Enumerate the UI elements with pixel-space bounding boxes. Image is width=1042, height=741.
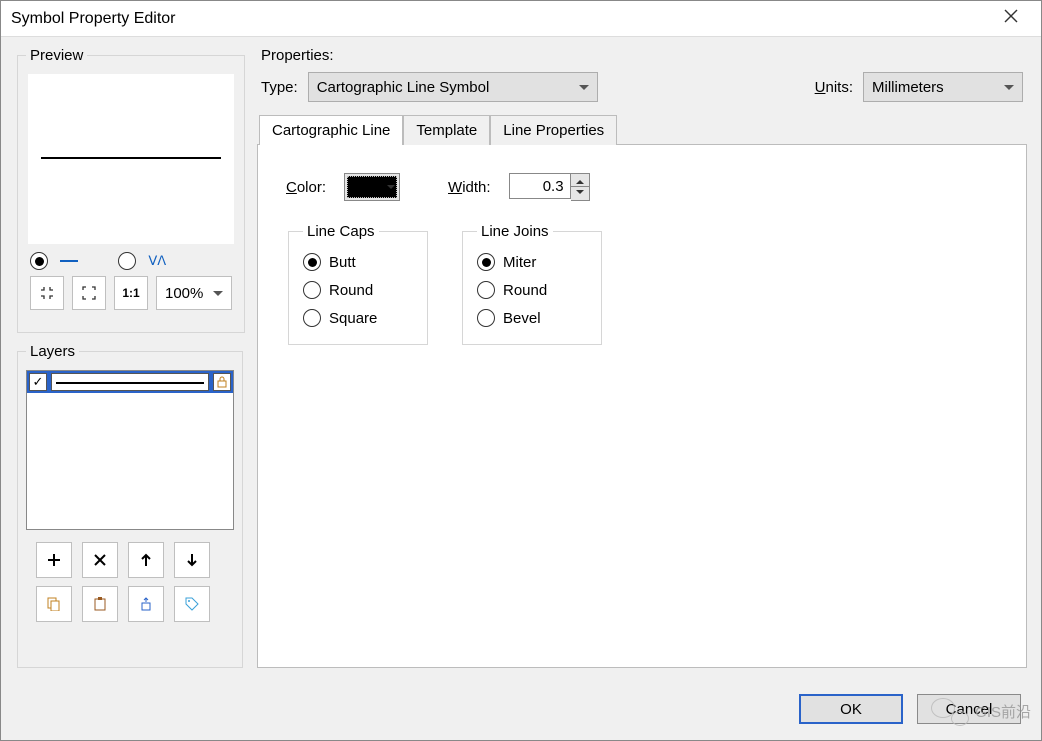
type-value: Cartographic Line Symbol: [317, 79, 490, 96]
color-swatch-inner: [347, 176, 397, 198]
close-button[interactable]: [991, 9, 1031, 28]
radio-unchecked-icon: [303, 309, 321, 327]
plus-icon: [47, 553, 61, 567]
properties-panel: Properties: Type: Cartographic Line Symb…: [257, 47, 1027, 668]
width-step-down[interactable]: [571, 187, 589, 200]
tag-layer-button[interactable]: [174, 586, 210, 622]
line-icon: [60, 260, 78, 262]
tab-line-properties[interactable]: Line Properties: [490, 115, 617, 145]
zigzag-icon: ᐯᐱ: [148, 253, 166, 269]
paste-up-icon: [139, 597, 153, 611]
width-step-up[interactable]: [571, 174, 589, 187]
layer-row[interactable]: ✓: [27, 371, 233, 393]
cancel-button[interactable]: Cancel: [917, 694, 1021, 724]
cap-butt-radio[interactable]: Butt: [303, 248, 413, 276]
line-joins-group: Line Joins Miter Round Bev: [462, 223, 602, 345]
contract-icon: [40, 286, 54, 300]
ok-button[interactable]: OK: [799, 694, 903, 724]
window-title: Symbol Property Editor: [11, 10, 991, 28]
radio-checked-icon: [30, 252, 48, 270]
move-layer-up-button[interactable]: [128, 542, 164, 578]
preview-legend: Preview: [26, 47, 87, 64]
tab-cartographic-line[interactable]: Cartographic Line: [259, 115, 403, 145]
paste-icon: [93, 597, 107, 611]
line-joins-legend: Line Joins: [477, 223, 553, 240]
width-label: Width:: [448, 179, 491, 196]
preview-mode-line[interactable]: [30, 252, 78, 270]
zoom-select[interactable]: 100%: [156, 276, 232, 310]
tab-page: Color: Width:: [257, 144, 1027, 668]
zoom-out-button[interactable]: [72, 276, 106, 310]
dialog-window: Symbol Property Editor Preview: [0, 0, 1042, 741]
zoom-in-button[interactable]: [30, 276, 64, 310]
units-value: Millimeters: [872, 79, 944, 96]
titlebar: Symbol Property Editor: [1, 1, 1041, 37]
tag-icon: [185, 597, 199, 611]
units-select[interactable]: Millimeters: [863, 72, 1023, 102]
copy-layer-button[interactable]: [36, 586, 72, 622]
layers-legend: Layers: [26, 343, 79, 360]
zoom-value: 100%: [165, 285, 203, 302]
width-spinner[interactable]: [509, 173, 590, 201]
layers-panel: Layers ✓: [17, 343, 243, 668]
one-to-one-button[interactable]: 1:1: [114, 276, 148, 310]
line-caps-legend: Line Caps: [303, 223, 379, 240]
type-select[interactable]: Cartographic Line Symbol: [308, 72, 598, 102]
add-layer-button[interactable]: [36, 542, 72, 578]
x-icon: [93, 553, 107, 567]
preview-line-sample: [41, 157, 221, 159]
color-label: Color:: [286, 179, 326, 196]
width-input[interactable]: [509, 173, 571, 199]
preview-mode-zigzag[interactable]: ᐯᐱ: [118, 252, 166, 270]
move-layer-down-button[interactable]: [174, 542, 210, 578]
layer-visibility-checkbox[interactable]: ✓: [29, 373, 47, 391]
dialog-footer: OK Cancel: [1, 678, 1041, 740]
units-label: Units:: [815, 79, 853, 96]
chevron-down-icon: [576, 190, 584, 198]
radio-unchecked-icon: [118, 252, 136, 270]
join-round-radio[interactable]: Round: [477, 276, 587, 304]
paste-above-button[interactable]: [128, 586, 164, 622]
radio-checked-icon: [303, 253, 321, 271]
preview-panel: Preview ᐯᐱ: [17, 47, 245, 333]
tab-template[interactable]: Template: [403, 115, 490, 145]
arrow-up-icon: [139, 553, 153, 567]
lock-icon: [216, 376, 228, 388]
layers-list[interactable]: ✓: [26, 370, 234, 530]
layer-swatch: [51, 373, 209, 391]
chevron-up-icon: [576, 176, 584, 184]
preview-canvas: [28, 74, 234, 244]
close-icon: [1004, 9, 1018, 23]
layer-lock-button[interactable]: [213, 373, 231, 391]
radio-unchecked-icon: [477, 281, 495, 299]
tabstrip: Cartographic Line Template Line Properti…: [257, 114, 1027, 144]
line-caps-group: Line Caps Butt Round Squar: [288, 223, 428, 345]
type-label: Type:: [261, 79, 298, 96]
radio-unchecked-icon: [303, 281, 321, 299]
copy-icon: [47, 597, 61, 611]
remove-layer-button[interactable]: [82, 542, 118, 578]
radio-unchecked-icon: [477, 309, 495, 327]
join-bevel-radio[interactable]: Bevel: [477, 304, 587, 332]
expand-icon: [82, 286, 96, 300]
cap-round-radio[interactable]: Round: [303, 276, 413, 304]
properties-heading: Properties:: [257, 47, 1027, 66]
paste-layer-button[interactable]: [82, 586, 118, 622]
cap-square-radio[interactable]: Square: [303, 304, 413, 332]
join-miter-radio[interactable]: Miter: [477, 248, 587, 276]
color-picker[interactable]: [344, 173, 400, 201]
arrow-down-icon: [185, 553, 199, 567]
radio-checked-icon: [477, 253, 495, 271]
